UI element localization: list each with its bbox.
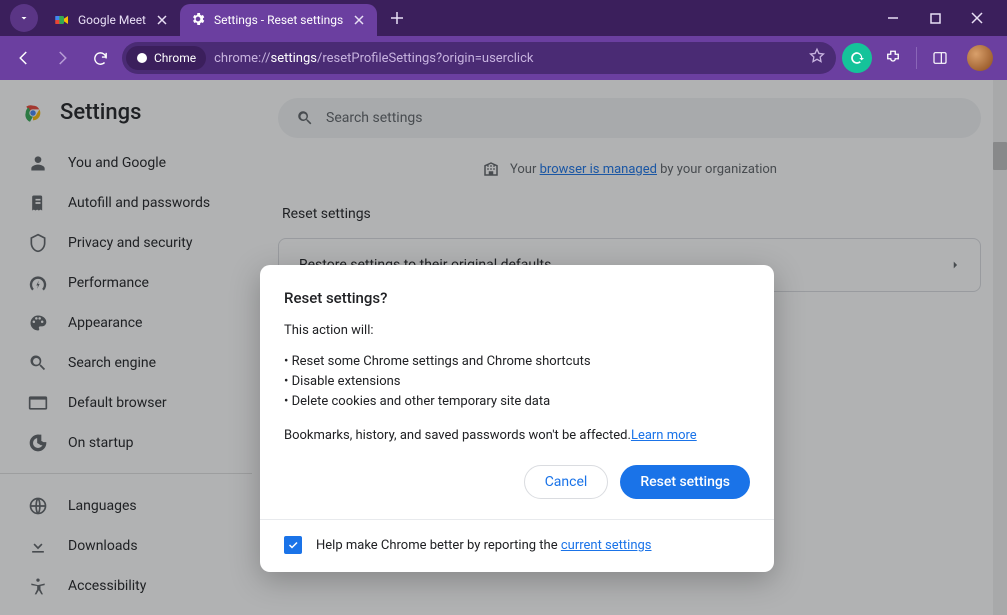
learn-more-link[interactable]: Learn more bbox=[631, 428, 697, 443]
tab-title: Google Meet bbox=[78, 13, 146, 27]
close-window-button[interactable] bbox=[965, 6, 989, 30]
google-meet-icon bbox=[54, 12, 70, 28]
extensions-button[interactable] bbox=[878, 43, 908, 73]
tab-title: Settings - Reset settings bbox=[214, 13, 343, 27]
cancel-button[interactable]: Cancel bbox=[524, 465, 609, 499]
reload-button[interactable] bbox=[84, 42, 116, 74]
url-text: chrome://settings/resetProfileSettings?o… bbox=[214, 51, 533, 66]
maximize-button[interactable] bbox=[923, 6, 947, 30]
report-settings-checkbox[interactable] bbox=[284, 536, 302, 554]
bookmark-star-icon[interactable] bbox=[808, 47, 826, 69]
dialog-lead: This action will: bbox=[284, 323, 750, 338]
gear-icon bbox=[190, 11, 206, 30]
dialog-bullet: Delete cookies and other temporary site … bbox=[284, 392, 750, 412]
dialog-footer-text: Help make Chrome better by reporting the bbox=[316, 538, 561, 553]
tab-settings[interactable]: Settings - Reset settings bbox=[180, 4, 377, 36]
extension-grammarly-icon[interactable] bbox=[842, 43, 872, 73]
reset-settings-button[interactable]: Reset settings bbox=[620, 465, 750, 499]
new-tab-button[interactable] bbox=[383, 4, 411, 32]
side-panel-button[interactable] bbox=[925, 43, 955, 73]
profile-avatar[interactable] bbox=[967, 45, 993, 71]
address-bar[interactable]: Chrome chrome://settings/resetProfileSet… bbox=[122, 42, 836, 74]
minimize-button[interactable] bbox=[881, 6, 905, 30]
tab-google-meet[interactable]: Google Meet bbox=[44, 4, 180, 36]
browser-toolbar: Chrome chrome://settings/resetProfileSet… bbox=[0, 36, 1007, 80]
dialog-title: Reset settings? bbox=[284, 289, 750, 307]
dialog-bullets: Reset some Chrome settings and Chrome sh… bbox=[284, 352, 750, 412]
current-settings-link[interactable]: current settings bbox=[561, 538, 652, 553]
back-button[interactable] bbox=[8, 42, 40, 74]
dialog-bullet: Disable extensions bbox=[284, 372, 750, 392]
close-icon[interactable] bbox=[351, 12, 367, 28]
forward-button[interactable] bbox=[46, 42, 78, 74]
toolbar-divider bbox=[916, 47, 917, 69]
chrome-origin-chip: Chrome bbox=[126, 46, 206, 70]
window-titlebar: Google Meet Settings - Reset settings bbox=[0, 0, 1007, 36]
dialog-footer: Help make Chrome better by reporting the… bbox=[260, 519, 774, 572]
dialog-bullet: Reset some Chrome settings and Chrome sh… bbox=[284, 352, 750, 372]
reset-settings-dialog: Reset settings? This action will: Reset … bbox=[260, 265, 774, 572]
close-icon[interactable] bbox=[154, 12, 170, 28]
profile-switcher-button[interactable] bbox=[10, 4, 38, 32]
dialog-note: Bookmarks, history, and saved passwords … bbox=[284, 428, 750, 443]
